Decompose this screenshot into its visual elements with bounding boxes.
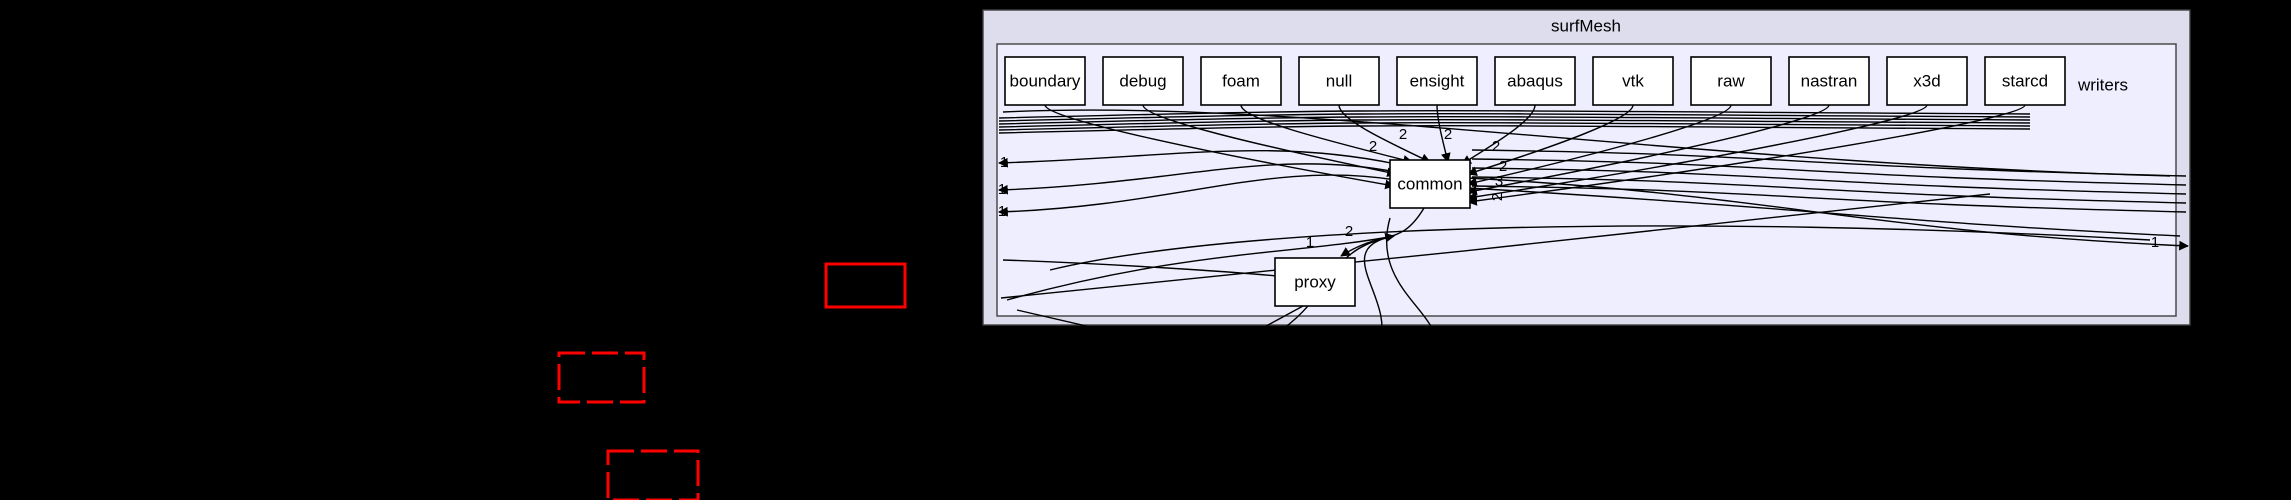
node-common[interactable]: common xyxy=(1389,159,1471,209)
node-label-foam: foam xyxy=(1222,71,1260,90)
selection-box-sel-1[interactable] xyxy=(824,262,907,309)
edge-count-label: 1 xyxy=(1306,234,1314,251)
node-boundary[interactable]: boundary xyxy=(1004,56,1086,106)
node-label-nastran: nastran xyxy=(1801,71,1858,90)
edge-count-label: 2 xyxy=(1444,126,1452,143)
node-foam[interactable]: foam xyxy=(1200,56,1282,106)
selection-box-group xyxy=(557,262,907,500)
node-ensight[interactable]: ensight xyxy=(1396,56,1478,106)
node-debug[interactable]: debug xyxy=(1102,56,1184,106)
node-label-vtk: vtk xyxy=(1622,71,1644,90)
node-label-raw: raw xyxy=(1717,71,1745,90)
node-starcd[interactable]: starcd xyxy=(1984,56,2066,106)
edge-count-label: 1 xyxy=(998,181,1006,198)
edge-count-label: 2 xyxy=(1369,138,1377,155)
selection-box-sel-2[interactable] xyxy=(557,351,646,404)
node-label-ensight: ensight xyxy=(1410,71,1465,90)
node-vtk[interactable]: vtk xyxy=(1592,56,1674,106)
edge-count-label: 1 xyxy=(1000,154,1008,171)
node-proxy[interactable]: proxy xyxy=(1274,257,1356,307)
cluster-title-surfmesh: surfMesh xyxy=(1551,16,1621,35)
edge-count-label: 3 xyxy=(1495,173,1503,190)
edge-count-label: 2 xyxy=(1345,223,1353,240)
selection-box-sel-3[interactable] xyxy=(606,449,700,500)
edge-count-label: 1 xyxy=(2151,234,2159,251)
node-label-null: null xyxy=(1326,71,1352,90)
node-label-debug: debug xyxy=(1119,71,1166,90)
node-label-boundary: boundary xyxy=(1010,71,1081,90)
node-label-x3d: x3d xyxy=(1913,71,1940,90)
node-label-common: common xyxy=(1397,174,1462,193)
node-null[interactable]: null xyxy=(1298,56,1380,106)
cluster-title-writers: writers xyxy=(2077,75,2128,94)
edge-count-label: 2 xyxy=(1399,126,1407,143)
node-abaqus[interactable]: abaqus xyxy=(1494,56,1576,106)
node-label-starcd: starcd xyxy=(2002,71,2048,90)
node-label-proxy: proxy xyxy=(1294,272,1336,291)
edge-count-label: 2 xyxy=(1489,193,1506,201)
edge-count-label: 2 xyxy=(1492,138,1500,155)
node-label-abaqus: abaqus xyxy=(1507,71,1563,90)
node-raw[interactable]: raw xyxy=(1690,56,1772,106)
directory-dependency-graph: surfMesh writers boundary debug foam null ens… xyxy=(557,9,2191,500)
node-x3d[interactable]: x3d xyxy=(1886,56,1968,106)
node-nastran[interactable]: nastran xyxy=(1788,56,1870,106)
screenshot-canvas: surfMesh writers boundary debug foam null ens… xyxy=(0,0,2291,500)
edge-count-label: 1 xyxy=(998,203,1006,220)
